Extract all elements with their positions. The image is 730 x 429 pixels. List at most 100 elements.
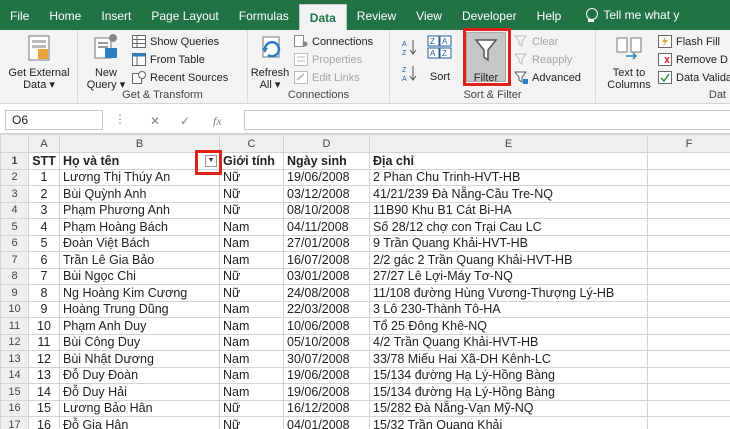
column-header-e[interactable]: E xyxy=(369,134,648,153)
cell-dob[interactable]: 27/01/2008 xyxy=(283,234,370,252)
cell-name[interactable]: Phạm Hoàng Bách xyxy=(59,218,220,236)
cell-address[interactable]: 9 Trần Quang Khải-HVT-HB xyxy=(369,234,648,252)
header-cell-address[interactable]: Địa chỉ xyxy=(369,152,648,170)
header-cell-dob[interactable]: Ngày sinh xyxy=(283,152,370,170)
tell-me-search[interactable]: Tell me what y xyxy=(571,7,679,23)
cell[interactable] xyxy=(647,234,730,252)
cell-dob[interactable]: 24/08/2008 xyxy=(283,284,370,302)
cell-name[interactable]: Bùi Ngọc Chi xyxy=(59,267,220,285)
cell-address[interactable]: 11/108 đường Hùng Vương-Thượng Lý-HB xyxy=(369,284,648,302)
tab-insert[interactable]: Insert xyxy=(91,0,141,30)
cell[interactable] xyxy=(647,399,730,417)
clear-filter-button[interactable]: Clear xyxy=(514,33,558,50)
cancel-icon[interactable]: ✕ xyxy=(150,114,160,128)
recent-sources-button[interactable]: Recent Sources xyxy=(132,69,228,86)
show-queries-button[interactable]: Show Queries xyxy=(132,33,219,50)
cell-name[interactable]: Bùi Công Duy xyxy=(59,333,220,351)
cell-stt[interactable]: 11 xyxy=(28,333,60,351)
cell-name[interactable]: Bùi Nhật Dương xyxy=(59,350,220,368)
reapply-button[interactable]: Reapply xyxy=(514,51,572,68)
cell-stt[interactable]: 13 xyxy=(28,366,60,384)
cell[interactable] xyxy=(647,284,730,302)
tab-home[interactable]: Home xyxy=(39,0,91,30)
row-header[interactable]: 17 xyxy=(0,416,29,429)
new-query-button[interactable]: New Query ▾ xyxy=(84,32,128,91)
cell-address[interactable]: 15/134 đường Hạ Lý-Hồng Bàng xyxy=(369,383,648,401)
cell-address[interactable]: 41/21/239 Đà Nẵng-Cầu Tre-NQ xyxy=(369,185,648,203)
cell-dob[interactable]: 10/06/2008 xyxy=(283,317,370,335)
row-header[interactable]: 5 xyxy=(0,218,29,236)
name-box[interactable]: O6 xyxy=(5,110,103,130)
cell-name[interactable]: Phạm Anh Duy xyxy=(59,317,220,335)
row-header[interactable]: 7 xyxy=(0,251,29,269)
header-cell-stt[interactable]: STT xyxy=(28,152,60,170)
sort-za-button[interactable]: ZA xyxy=(400,64,418,82)
insert-function-icon[interactable]: fx xyxy=(213,114,222,129)
cell-address[interactable]: 2 Phan Chu Trinh-HVT-HB xyxy=(369,168,648,186)
cell-stt[interactable]: 14 xyxy=(28,383,60,401)
cell-stt[interactable]: 3 xyxy=(28,201,60,219)
cell-stt[interactable]: 7 xyxy=(28,267,60,285)
cell-address[interactable]: 15/134 đường Hạ Lý-Hồng Bàng xyxy=(369,366,648,384)
cell-dob[interactable]: 30/07/2008 xyxy=(283,350,370,368)
cell-gender[interactable]: Nam xyxy=(219,333,284,351)
cell[interactable] xyxy=(647,168,730,186)
row-header[interactable]: 4 xyxy=(0,201,29,219)
row-header[interactable]: 11 xyxy=(0,317,29,335)
cell-address[interactable]: 15/32 Trần Quang Khải xyxy=(369,416,648,429)
cell-name[interactable]: Đỗ Duy Đoàn xyxy=(59,366,220,384)
row-header[interactable]: 9 xyxy=(0,284,29,302)
tab-formulas[interactable]: Formulas xyxy=(229,0,299,30)
cell-address[interactable]: Tổ 25 Đông Khê-NQ xyxy=(369,317,648,335)
cell-stt[interactable]: 4 xyxy=(28,218,60,236)
cell-name[interactable]: Lương Bảo Hân xyxy=(59,399,220,417)
cell-address[interactable]: 2/2 gác 2 Trần Quang Khải-HVT-HB xyxy=(369,251,648,269)
row-header[interactable]: 12 xyxy=(0,333,29,351)
cell-name[interactable]: Đỗ Gia Hân xyxy=(59,416,220,429)
cell-address[interactable]: 15/282 Đà Nẵng-Vạn Mỹ-NQ xyxy=(369,399,648,417)
row-header[interactable]: 1 xyxy=(0,152,29,170)
cell-address[interactable]: 4/2 Trần Quang Khải-HVT-HB xyxy=(369,333,648,351)
column-header-a[interactable]: A xyxy=(28,134,60,153)
advanced-filter-button[interactable]: Advanced xyxy=(514,69,581,86)
cell-name[interactable]: Bùi Quỳnh Anh xyxy=(59,185,220,203)
cell-stt[interactable]: 16 xyxy=(28,416,60,429)
enter-icon[interactable]: ✓ xyxy=(180,114,190,128)
cell-stt[interactable]: 8 xyxy=(28,284,60,302)
cell-gender[interactable]: Nữ xyxy=(219,201,284,219)
tab-file[interactable]: File xyxy=(0,0,39,30)
cell[interactable] xyxy=(647,201,730,219)
tab-view[interactable]: View xyxy=(406,0,452,30)
cell[interactable] xyxy=(647,350,730,368)
row-header[interactable]: 3 xyxy=(0,185,29,203)
cell[interactable] xyxy=(647,218,730,236)
cell[interactable] xyxy=(647,416,730,429)
row-header[interactable]: 6 xyxy=(0,234,29,252)
cell-gender[interactable]: Nam xyxy=(219,383,284,401)
row-header[interactable]: 13 xyxy=(0,350,29,368)
cell-gender[interactable]: Nữ xyxy=(219,185,284,203)
sort-button[interactable]: Z A A Z Sort xyxy=(424,32,456,83)
cell[interactable] xyxy=(647,267,730,285)
cell-gender[interactable]: Nữ xyxy=(219,168,284,186)
cell-dob[interactable]: 03/12/2008 xyxy=(283,185,370,203)
row-header[interactable]: 15 xyxy=(0,383,29,401)
header-cell-gender[interactable]: Giới tính xyxy=(219,152,284,170)
cell-name[interactable]: Phạm Phương Anh xyxy=(59,201,220,219)
cell-dob[interactable]: 19/06/2008 xyxy=(283,168,370,186)
data-validation-button[interactable]: Data Valida xyxy=(658,69,730,86)
formula-input[interactable] xyxy=(244,110,730,130)
cell-dob[interactable]: 19/06/2008 xyxy=(283,383,370,401)
cell-dob[interactable]: 04/01/2008 xyxy=(283,416,370,429)
tab-page-layout[interactable]: Page Layout xyxy=(141,0,228,30)
cell-name[interactable]: Hoàng Trung Dũng xyxy=(59,300,220,318)
column-header-c[interactable]: C xyxy=(219,134,284,153)
cell-gender[interactable]: Nam xyxy=(219,300,284,318)
cell-gender[interactable]: Nữ xyxy=(219,284,284,302)
cell-dob[interactable]: 16/07/2008 xyxy=(283,251,370,269)
tab-help[interactable]: Help xyxy=(527,0,572,30)
cell-gender[interactable]: Nữ xyxy=(219,416,284,429)
cell-gender[interactable]: Nữ xyxy=(219,267,284,285)
cell-dob[interactable]: 16/12/2008 xyxy=(283,399,370,417)
cell-dob[interactable]: 03/01/2008 xyxy=(283,267,370,285)
